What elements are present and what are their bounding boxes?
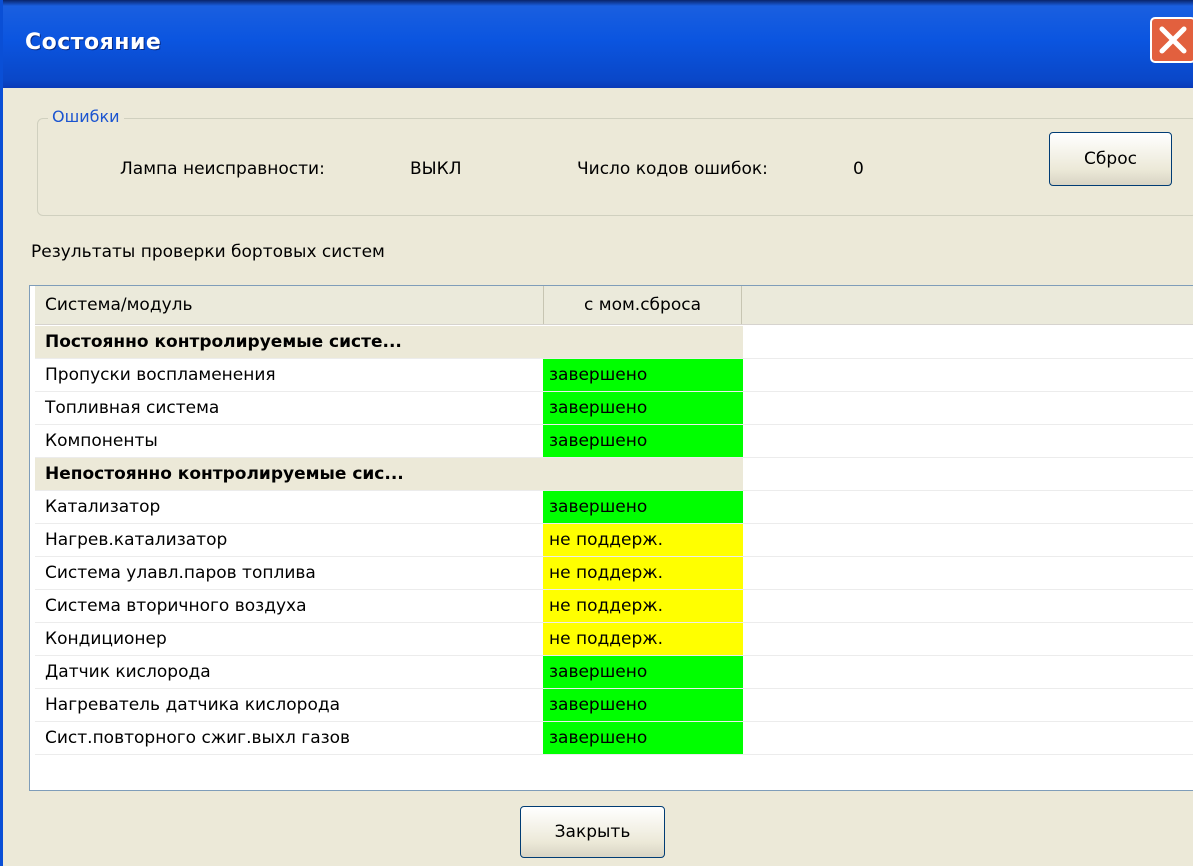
status-cell: не поддерж. — [543, 524, 743, 556]
close-icon — [1159, 26, 1187, 54]
dialog-content: Ошибки Лампа неисправности: ВЫКЛ Число к… — [3, 88, 1193, 866]
lamp-value: ВЫКЛ — [410, 159, 462, 179]
errors-legend: Ошибки — [48, 107, 124, 126]
status-cell: не поддерж. — [543, 557, 743, 589]
table-row[interactable]: Система вторичного воздуха не поддерж. — [35, 590, 1193, 623]
results-table: Система/модуль с мом.сброса Постоянно ко… — [29, 285, 1193, 791]
error-codes-value: 0 — [853, 159, 864, 179]
group-name: Непостоянно контролируемые сис... — [35, 458, 743, 490]
table-row[interactable]: Катализатор завершено — [35, 491, 1193, 524]
column-header-since-reset[interactable]: с мом.сброса — [544, 286, 742, 324]
status-cell: завершено — [543, 359, 743, 391]
results-label: Результаты проверки бортовых систем — [31, 242, 385, 262]
status-cell: завершено — [543, 689, 743, 721]
table-row[interactable]: Датчик кислорода завершено — [35, 656, 1193, 689]
table-row[interactable]: Кондиционер не поддерж. — [35, 623, 1193, 656]
table-group-row[interactable]: Непостоянно контролируемые сис... — [35, 458, 1193, 491]
table-row[interactable]: Сист.повторного сжиг.выхл газов завершено — [35, 722, 1193, 755]
system-name: Пропуски воспламенения — [45, 365, 276, 385]
status-cell: завершено — [543, 392, 743, 424]
lamp-label: Лампа неисправности: — [120, 159, 325, 179]
table-row[interactable]: Система улавл.паров топлива не поддерж. — [35, 557, 1193, 590]
error-codes-label: Число кодов ошибок: — [577, 159, 768, 179]
table-group-row[interactable]: Постоянно контролируемые систе... — [35, 326, 1193, 359]
system-name: Система улавл.паров топлива — [45, 563, 316, 583]
title-bar[interactable]: Состояние — [3, 0, 1193, 88]
column-header-system[interactable]: Система/модуль — [45, 286, 544, 324]
table-header: Система/модуль с мом.сброса — [35, 286, 1193, 325]
status-cell: завершено — [543, 425, 743, 457]
window-title: Состояние — [25, 30, 162, 55]
table-row[interactable]: Топливная система завершено — [35, 392, 1193, 425]
system-name: Датчик кислорода — [45, 662, 211, 682]
system-name: Компоненты — [45, 431, 158, 451]
status-cell: завершено — [543, 491, 743, 523]
status-window: Состояние Ошибки Лампа неисправности: ВЫ… — [0, 0, 1193, 866]
system-name: Кондиционер — [45, 629, 167, 649]
table-body: Постоянно контролируемые систе... Пропуск… — [35, 326, 1193, 755]
system-name: Система вторичного воздуха — [45, 596, 307, 616]
system-name: Нагрев.катализатор — [45, 530, 228, 550]
system-name: Катализатор — [45, 497, 161, 517]
status-cell: завершено — [543, 656, 743, 688]
status-cell: не поддерж. — [543, 623, 743, 655]
table-row[interactable]: Нагреватель датчика кислорода завершено — [35, 689, 1193, 722]
system-name: Топливная система — [45, 398, 220, 418]
status-cell: завершено — [543, 722, 743, 754]
table-row[interactable]: Компоненты завершено — [35, 425, 1193, 458]
table-row[interactable]: Пропуски воспламенения завершено — [35, 359, 1193, 392]
group-name: Постоянно контролируемые систе... — [35, 326, 743, 358]
table-row[interactable]: Нагрев.катализатор не поддерж. — [35, 524, 1193, 557]
status-cell: не поддерж. — [543, 590, 743, 622]
system-name: Сист.повторного сжиг.выхл газов — [45, 728, 351, 748]
reset-button[interactable]: Сброс — [1049, 132, 1172, 186]
close-button[interactable]: Закрыть — [520, 806, 665, 858]
close-window-button[interactable] — [1150, 17, 1193, 63]
system-name: Нагреватель датчика кислорода — [45, 695, 341, 715]
